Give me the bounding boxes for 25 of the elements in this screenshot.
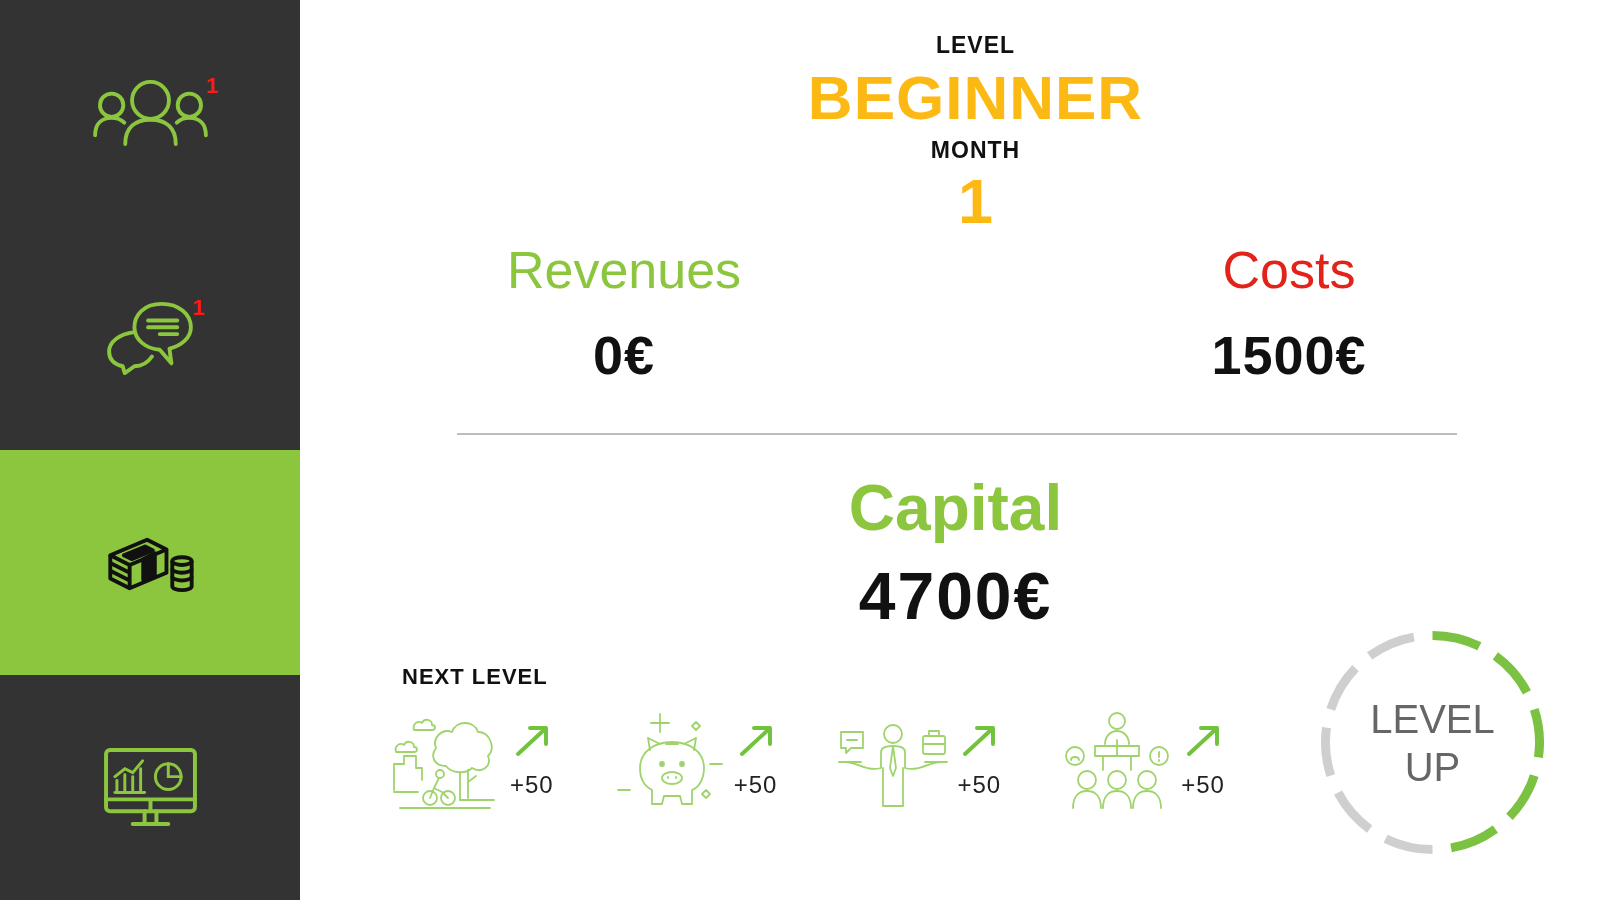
summary-label: Costs xyxy=(1222,244,1356,296)
arrow-up-right-icon xyxy=(513,725,550,757)
month-number: 1 xyxy=(957,170,993,233)
arrow-up-right-icon xyxy=(1185,725,1221,757)
capital-value: 4700€ xyxy=(858,563,1053,629)
chat-bubbles-icon xyxy=(105,300,195,375)
sidebar-tab[interactable] xyxy=(0,450,300,675)
bonus-points: +50 xyxy=(733,773,778,797)
summary-value: 0€ xyxy=(592,328,656,382)
next-level-title: NEXT LEVEL xyxy=(402,666,548,688)
monitor-chart-icon xyxy=(102,747,198,828)
month-label: MONTH xyxy=(930,139,1021,162)
bonus-points: +50 xyxy=(957,773,1002,797)
level-name: BEGINNER xyxy=(807,67,1144,129)
bonus-points: +50 xyxy=(510,773,554,797)
level-up-button[interactable]: LEVEL UP xyxy=(1357,694,1508,791)
team-icon xyxy=(91,78,209,147)
notification-count: 1 xyxy=(192,296,205,319)
level-label: LEVEL xyxy=(935,34,1016,57)
arrow-up-right-icon xyxy=(737,725,774,757)
summary-value: 1500€ xyxy=(1211,328,1367,382)
arrow-up-right-icon xyxy=(961,725,998,757)
bonus-points: +50 xyxy=(1181,773,1225,797)
summary-label: Revenues xyxy=(506,244,742,296)
notification-count: 1 xyxy=(206,74,219,97)
